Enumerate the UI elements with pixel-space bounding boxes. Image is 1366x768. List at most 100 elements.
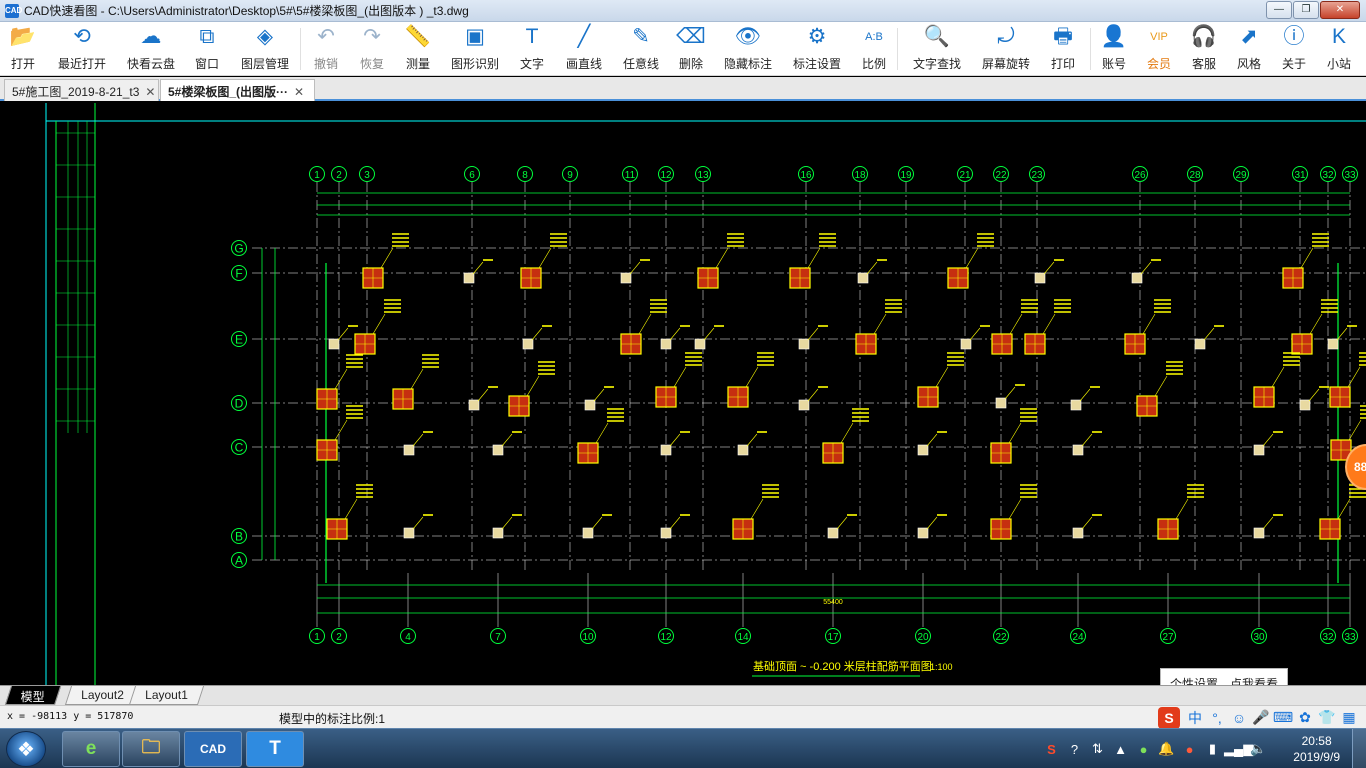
tools-icon[interactable]: ▦ [1338, 709, 1360, 726]
text-search-icon: 🔍 [923, 25, 951, 48]
green-tray-icon[interactable]: ● [1132, 742, 1155, 757]
measure-button[interactable]: 📏 测量 [403, 24, 433, 74]
vip-button[interactable]: VIP 会员 [1144, 24, 1174, 74]
leader-line [334, 419, 348, 441]
leader-line [746, 433, 758, 447]
user-icon: 👤 [1100, 25, 1128, 48]
expand-tray-icon[interactable]: ▲ [1109, 742, 1132, 757]
help-tray-icon[interactable]: ? [1063, 742, 1086, 757]
column-mark [1070, 399, 1082, 411]
cloud-button[interactable]: ☁ 快看云盘 [124, 24, 178, 74]
leader-line [1262, 433, 1274, 447]
windows-taskbar: e 🗀 CAD T S ? ⇅ ▲ ● 🔔 ● ▮ ▂▄▆ 🔈 20:58 20… [0, 728, 1366, 768]
leader-line [1009, 313, 1023, 335]
top-axis-label: 22 [995, 170, 1007, 181]
annot-button[interactable]: ⚙ 标注设置 [790, 24, 844, 74]
volume-tray-icon[interactable]: 🔈 [1247, 741, 1270, 757]
cad-drawing[interactable]: GFEDCBA1 2 3 6 8 9 11 12 13 16 18 19 21 22 23 26 28 29 31 3… [0, 103, 1366, 685]
erase-label: 删除 [678, 57, 703, 71]
close-button[interactable]: ✕ [1320, 1, 1360, 19]
shirt-icon[interactable]: 👕 [1316, 709, 1338, 726]
leader-line [866, 261, 878, 275]
history-icon: ⟲ [73, 25, 91, 48]
layers-button[interactable]: ◈ 图层管理 [238, 24, 292, 74]
signal-tray-icon[interactable]: ▂▄▆ [1224, 741, 1253, 757]
clock[interactable]: 20:58 2019/9/9 [1293, 733, 1340, 765]
tab-layout1[interactable]: Layout1 [128, 686, 204, 705]
recent-button[interactable]: ⟲ 最近打开 [55, 24, 109, 74]
rotate-button[interactable]: ⤾ 屏幕旋转 [979, 24, 1033, 74]
ime-toolbar[interactable]: S 中 °, ☺ 🎤 ⌨ ✿ 👕 ▦ [1158, 706, 1360, 729]
emoji-icon[interactable]: ☺ [1228, 710, 1250, 726]
open-button[interactable]: 📂 打开 [8, 24, 38, 74]
close-tab-icon[interactable]: ✕ [294, 85, 304, 99]
top-axis-label: 21 [959, 170, 971, 181]
security-tray-icon[interactable]: ● [1178, 742, 1201, 757]
minimize-button[interactable]: — [1266, 1, 1292, 19]
tab-construction-drawing[interactable]: 5#施工图_2019-8-21_t3 ✕ [4, 79, 159, 101]
line-label: 画直线 [565, 57, 602, 71]
drawing-canvas[interactable]: G F E D C B A 1 2 3 6 8 9 11 12 13 16 18 19 21 22 23 26 28 29 31 3… [0, 103, 1366, 685]
leader-line [334, 368, 348, 390]
print-button[interactable]: 🖶 打印 [1048, 24, 1078, 74]
maximize-button[interactable]: ❐ [1293, 1, 1319, 19]
arrow-tray-icon[interactable]: ⇅ [1086, 741, 1109, 757]
column-mark [660, 338, 672, 350]
account-button[interactable]: 👤 账号 [1099, 24, 1129, 74]
findtext-button[interactable]: 🔍 文字查找 [910, 24, 964, 74]
bottom-axis-label: 20 [917, 632, 929, 643]
top-axis-label: 33 [1344, 170, 1356, 181]
service-button[interactable]: 🎧 客服 [1189, 24, 1219, 74]
hide-label: 隐藏标注 [723, 57, 772, 71]
shape-button[interactable]: ▣ 图形识别 [448, 24, 502, 74]
freeline-button[interactable]: ✎ 任意线 [620, 24, 662, 74]
about-button[interactable]: ⓘ 关于 [1279, 24, 1309, 74]
skin-icon[interactable]: ✿ [1294, 709, 1316, 726]
bottom-axis-label: 1 [314, 632, 320, 643]
annotation-settings-icon: ⚙ [807, 25, 827, 48]
window-button[interactable]: ⧉ 窗口 [192, 24, 222, 74]
battery-tray-icon[interactable]: ▮ [1201, 741, 1224, 757]
ime-chinese-icon[interactable]: 中 [1184, 708, 1206, 728]
tab-beam-plan[interactable]: 5#楼梁板图_(出图版··· ✕ [160, 79, 315, 101]
style-button[interactable]: ⬈ 风格 [1234, 24, 1264, 74]
top-axis-label: 11 [625, 170, 636, 181]
browser-taskbar-icon[interactable]: e [62, 731, 120, 767]
voice-icon[interactable]: 🎤 [1250, 709, 1272, 726]
redo-label: 恢复 [359, 57, 384, 71]
explorer-taskbar-icon[interactable]: 🗀 [122, 731, 180, 767]
notification-tray-icon[interactable]: 🔔 [1155, 741, 1178, 757]
column-mark [827, 527, 839, 539]
tab-model[interactable]: 模型 [4, 686, 62, 705]
line-icon: ╱ [577, 25, 591, 48]
keyboard-icon[interactable]: ⌨ [1272, 709, 1294, 726]
ratio-button[interactable]: A:B 比例 [859, 24, 889, 74]
line-button[interactable]: ╱ 画直线 [563, 24, 605, 74]
ratio-icon: A:B [865, 31, 883, 43]
redo-button[interactable]: ↷ 恢复 [357, 24, 387, 74]
bottom-axis-label: 4 [405, 632, 411, 643]
show-desktop-button[interactable] [1352, 729, 1366, 768]
sogou-tray-icon[interactable]: S [1040, 742, 1063, 757]
t-app-taskbar-icon[interactable]: T [246, 731, 304, 767]
text-button[interactable]: T 文字 [517, 24, 547, 74]
leader-line [638, 313, 652, 335]
site-button[interactable]: K 小站 [1324, 24, 1354, 74]
close-tab-icon[interactable]: ✕ [145, 85, 155, 99]
leader-line [807, 247, 821, 269]
cad-taskbar-icon[interactable]: CAD [184, 731, 242, 767]
undo-button[interactable]: ↶ 撤销 [311, 24, 341, 74]
text-label: 文字 [519, 57, 544, 71]
punctuation-icon[interactable]: °, [1206, 710, 1228, 726]
start-button[interactable] [6, 731, 46, 767]
hide-button[interactable]: 👁 隐藏标注 [721, 24, 775, 74]
leader-line [669, 516, 681, 530]
drawing-scale: 1:100 [930, 662, 953, 672]
column-mark [1131, 272, 1143, 284]
erase-button[interactable]: ⌫ 删除 [676, 24, 706, 74]
sogou-ime-icon[interactable]: S [1158, 706, 1180, 729]
column-mark [403, 527, 415, 539]
leader-line [1004, 386, 1016, 400]
column-mark [1194, 338, 1206, 350]
bottom-axis-label: 24 [1072, 632, 1084, 643]
